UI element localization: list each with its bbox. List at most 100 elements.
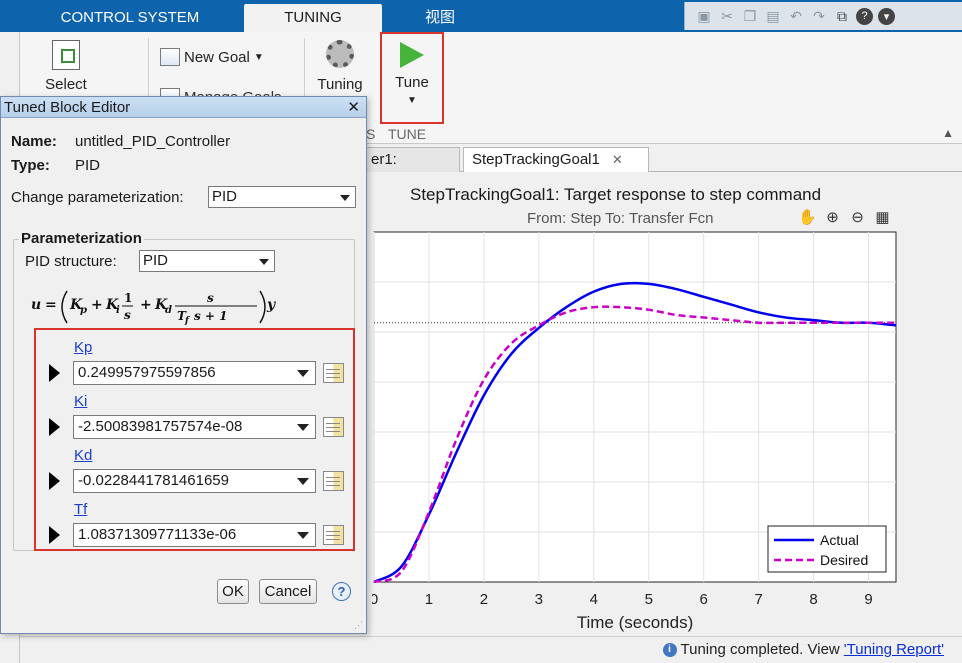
expand-ki-icon[interactable] bbox=[49, 418, 60, 436]
legend-label-actual: Actual bbox=[820, 532, 859, 548]
tab-view[interactable]: 视图 bbox=[400, 4, 480, 32]
pan-icon[interactable]: ✋ bbox=[798, 208, 817, 227]
tab-step-plot[interactable]: er1: step✕ bbox=[362, 147, 460, 192]
section-label-tune: TUNE bbox=[388, 126, 427, 142]
quick-access-toolbar: ▣ ✂ ❐ ▤ ↶ ↷ ⧉ ? ▾ bbox=[684, 2, 962, 30]
paste-icon[interactable]: ▤ bbox=[764, 7, 782, 25]
redo-icon[interactable]: ↷ bbox=[810, 7, 828, 25]
ok-button[interactable]: OK bbox=[217, 579, 249, 604]
formula-eq: = bbox=[45, 297, 57, 313]
chevron-down-icon bbox=[297, 424, 309, 431]
param-link-kp[interactable]: Kp bbox=[74, 339, 92, 356]
close-icon[interactable]: ✕ bbox=[347, 97, 360, 118]
x-tick-label: 3 bbox=[535, 591, 543, 608]
x-tick-label: 2 bbox=[480, 591, 488, 608]
formula-paren-close bbox=[259, 290, 266, 324]
status-message: i Tuning completed. View 'Tuning Report' bbox=[662, 641, 944, 658]
chevron-down-icon: ▼ bbox=[253, 51, 264, 63]
formula-ki-sub: i bbox=[116, 305, 120, 316]
param-link-kd[interactable]: Kd bbox=[74, 447, 92, 464]
formula-frac2-den-sub: f bbox=[184, 316, 191, 326]
save-icon[interactable]: ▣ bbox=[695, 7, 713, 25]
param-value-text: 1.08371309771133e-06 bbox=[78, 526, 237, 543]
window-icon[interactable]: ⧉ bbox=[833, 7, 851, 25]
chevron-down-icon bbox=[259, 259, 269, 265]
edit-value-icon[interactable] bbox=[323, 471, 344, 491]
x-tick-label: 8 bbox=[809, 591, 817, 608]
undo-icon[interactable]: ↶ bbox=[787, 7, 805, 25]
pid-structure-select[interactable]: PID bbox=[139, 250, 275, 272]
section-label-s: S bbox=[366, 126, 376, 142]
status-bar: i Tuning completed. View 'Tuning Report' bbox=[20, 636, 962, 663]
formula-frac1-num: 1 bbox=[124, 291, 132, 305]
edit-value-icon[interactable] bbox=[323, 525, 344, 545]
type-value: PID bbox=[75, 157, 101, 174]
gear-icon bbox=[326, 40, 354, 68]
help-icon[interactable]: ? bbox=[856, 7, 873, 25]
name-value: untitled_PID_Controller bbox=[75, 133, 231, 150]
status-text: Tuning completed. View bbox=[680, 641, 840, 658]
chevron-down-icon bbox=[297, 478, 309, 485]
top-tab-bar: CONTROL SYSTEM TUNING 视图 ▣ ✂ ❐ ▤ ↶ ↷ ⧉ ?… bbox=[0, 0, 962, 32]
document-tabs: er1: step✕ StepTrackingGoal1 ✕ bbox=[362, 145, 962, 192]
data-tips-icon[interactable]: ▦ bbox=[873, 208, 892, 227]
expand-tf-icon[interactable] bbox=[49, 526, 60, 544]
expand-kd-icon[interactable] bbox=[49, 472, 60, 490]
zoom-out-icon[interactable]: ⊖ bbox=[848, 208, 867, 227]
select-blocks-button[interactable]: Select bbox=[42, 40, 90, 93]
name-row: Name: untitled_PID_Controller bbox=[11, 133, 230, 150]
param-value-kp[interactable]: 0.249957975597856 bbox=[73, 361, 316, 385]
param-value-text: -2.50083981757574e-08 bbox=[78, 418, 243, 435]
chevron-down-icon bbox=[297, 370, 309, 377]
x-tick-label: 7 bbox=[754, 591, 762, 608]
x-tick-label: 5 bbox=[645, 591, 653, 608]
tab-control-system[interactable]: CONTROL SYSTEM bbox=[30, 4, 230, 32]
param-value-kd[interactable]: -0.0228441781461659 bbox=[73, 469, 316, 493]
selected-value: PID bbox=[143, 252, 169, 269]
zoom-in-icon[interactable]: ⊕ bbox=[823, 208, 842, 227]
cut-icon[interactable]: ✂ bbox=[718, 7, 736, 25]
copy-icon[interactable]: ❐ bbox=[741, 7, 759, 25]
play-icon bbox=[400, 42, 424, 68]
goal-icon bbox=[160, 48, 180, 66]
x-tick-labels: 0 1 2 3 4 5 6 7 8 9 bbox=[372, 591, 873, 608]
dialog-title-bar[interactable]: Tuned Block Editor ✕ bbox=[1, 97, 366, 118]
parameterization-title: Parameterization bbox=[19, 230, 144, 247]
new-goal-button[interactable]: New Goal ▼ bbox=[160, 48, 280, 66]
plot-toolbar: ✋ ⊕ ⊖ ▦ bbox=[798, 208, 892, 227]
tune-label: Tune bbox=[395, 74, 429, 91]
change-parameterization-select[interactable]: PID bbox=[208, 186, 356, 208]
close-icon[interactable]: ✕ bbox=[612, 152, 623, 167]
formula-frac1-den: s bbox=[124, 308, 131, 322]
edit-value-icon[interactable] bbox=[323, 417, 344, 437]
selected-value: PID bbox=[212, 188, 238, 205]
tab-steptrackinggoal1[interactable]: StepTrackingGoal1 ✕ bbox=[463, 147, 649, 172]
tuning-options-button[interactable]: Tuning bbox=[310, 40, 370, 93]
new-goal-label: New Goal bbox=[184, 48, 250, 66]
collapse-ribbon-icon[interactable]: ▲ bbox=[942, 126, 954, 140]
chevron-down-icon[interactable]: ▼ bbox=[382, 95, 442, 106]
expand-kp-icon[interactable] bbox=[49, 364, 60, 382]
cancel-button[interactable]: Cancel bbox=[259, 579, 317, 604]
param-link-ki[interactable]: Ki bbox=[74, 393, 87, 410]
formula-frac2-num: s bbox=[207, 291, 214, 305]
help-icon[interactable]: ? bbox=[332, 582, 351, 601]
x-tick-label: 1 bbox=[425, 591, 433, 608]
plot-subtitle: From: Step To: Transfer Fcn bbox=[527, 210, 714, 227]
param-value-ki[interactable]: -2.50083981757574e-08 bbox=[73, 415, 316, 439]
pid-formula: u = K p + K i 1 s + K d s T f s + 1 y bbox=[31, 290, 276, 326]
tuned-block-editor-dialog: Tuned Block Editor ✕ Name: untitled_PID_C… bbox=[0, 96, 367, 634]
tune-button[interactable]: Tune ▼ bbox=[380, 32, 444, 124]
tab-tuning[interactable]: TUNING bbox=[244, 4, 382, 32]
param-value-tf[interactable]: 1.08371309771133e-06 bbox=[73, 523, 316, 547]
x-tick-label: 9 bbox=[864, 591, 872, 608]
tuning-label: Tuning bbox=[317, 76, 363, 93]
x-tick-label: 0 bbox=[372, 591, 378, 608]
param-link-tf[interactable]: Tf bbox=[74, 501, 87, 518]
step-response-plot[interactable]: 0 1 2 3 4 5 6 7 8 9 Time (seconds) Actual Desired bbox=[372, 230, 962, 635]
dropdown-icon[interactable]: ▾ bbox=[878, 7, 895, 25]
edit-value-icon[interactable] bbox=[323, 363, 344, 383]
resize-grip-icon[interactable]: ⋰ bbox=[354, 620, 363, 631]
tuning-report-link[interactable]: 'Tuning Report' bbox=[844, 641, 944, 658]
legend: Actual Desired bbox=[767, 525, 887, 573]
